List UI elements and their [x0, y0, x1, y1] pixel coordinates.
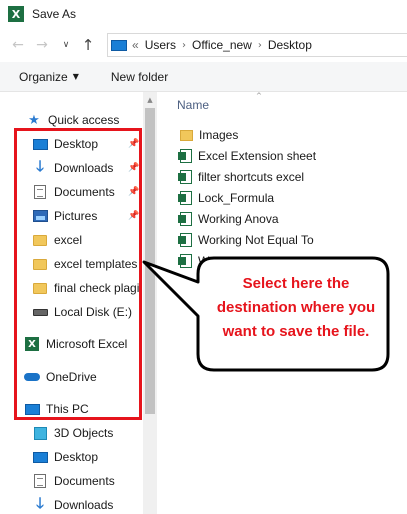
callout-bubble: [142, 256, 390, 372]
callout-text: Select here the destination where you wa…: [216, 275, 376, 340]
